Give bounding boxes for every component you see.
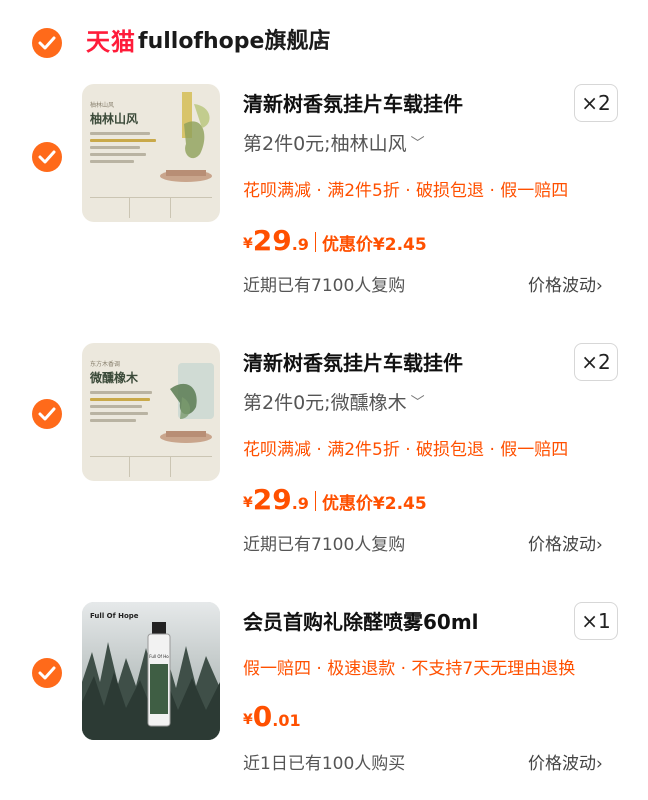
product-thumbnail[interactable]: Full Of Hope Full Of Ho: [82, 602, 220, 740]
thumb-caption: 东方木香调: [90, 361, 121, 368]
price-integer: 29: [252, 224, 292, 257]
repurchase-note: 近期已有7100人复购: [243, 276, 406, 296]
quantity-badge[interactable]: ×1: [574, 602, 618, 640]
bottle-label: Full Of Ho: [149, 654, 169, 659]
store-header[interactable]: 天猫 fullofhope旗舰店 ›: [0, 18, 648, 68]
chevron-down-icon: ﹀: [410, 395, 425, 411]
purchase-note: 近1日已有100人购买: [243, 754, 406, 774]
price-decimal: .01: [272, 711, 301, 730]
price-symbol: ¥: [243, 712, 253, 728]
store-select-checkbox[interactable]: [32, 28, 62, 58]
sku-selector[interactable]: 第2件0元;柚林山风 ﹀: [243, 130, 425, 158]
price-trend-link[interactable]: 价格波动›: [528, 274, 603, 298]
price-trend-label: 价格波动: [528, 754, 596, 774]
check-icon: [38, 36, 56, 50]
price-symbol: ¥: [243, 495, 253, 511]
quantity-badge[interactable]: ×2: [574, 84, 618, 122]
price-decimal: .9: [291, 494, 309, 513]
chevron-right-icon: ›: [596, 276, 603, 296]
check-icon: [38, 150, 56, 164]
repurchase-note: 近期已有7100人复购: [243, 535, 406, 555]
item-select-checkbox[interactable]: [32, 142, 62, 172]
price-trend-link[interactable]: 价格波动›: [528, 533, 603, 557]
product-thumbnail[interactable]: 柚林山风 柚林山风: [82, 84, 220, 222]
check-icon: [38, 407, 56, 421]
price-divider: [314, 232, 316, 252]
thumb-title: 柚林山风: [90, 112, 139, 126]
check-icon: [38, 666, 56, 680]
thumb-caption: 柚林山风: [90, 102, 115, 109]
item-title[interactable]: 清新树香氛挂片车载挂件: [243, 90, 463, 118]
store-name-link[interactable]: fullofhope旗舰店: [138, 27, 330, 57]
price-decimal: .9: [291, 235, 309, 254]
price-row: ¥29.9 优惠价¥2.45: [243, 224, 427, 260]
chevron-down-icon: ﹀: [410, 136, 425, 152]
sku-text: 第2件0元;柚林山风: [243, 133, 407, 155]
quantity-badge[interactable]: ×2: [574, 343, 618, 381]
item-select-checkbox[interactable]: [32, 658, 62, 688]
price-trend-label: 价格波动: [528, 276, 596, 296]
thumb-text-lines: [90, 391, 160, 426]
price-trend-link[interactable]: 价格波动›: [528, 752, 603, 776]
price-trend-label: 价格波动: [528, 535, 596, 555]
thumb-brand: Full Of Hope: [90, 612, 139, 620]
thumb-grid: [90, 197, 212, 218]
sku-text: 第2件0元;微醺橡木: [243, 392, 407, 414]
item-title[interactable]: 清新树香氛挂片车载挂件: [243, 349, 463, 377]
promo-price: 优惠价¥2.45: [321, 494, 427, 514]
cart-item: 柚林山风 柚林山风 清新树香氛挂片车载挂件 ×2 第2件0元;柚林山风 ﹀ 花呗满…: [0, 84, 648, 304]
chevron-right-icon: ›: [596, 535, 603, 555]
price-integer: 0: [252, 700, 273, 733]
chevron-right-icon[interactable]: ›: [316, 27, 325, 57]
price-integer: 29: [252, 483, 292, 516]
price-divider: [314, 491, 316, 511]
promo-price: 优惠价¥2.45: [321, 235, 427, 255]
tmall-logo: 天猫: [86, 28, 136, 56]
product-image: [82, 602, 220, 740]
thumb-title: 微醺橡木: [90, 371, 139, 385]
thumb-grid: [90, 456, 212, 477]
promo-tags: 花呗满减 · 满2件5折 · 破损包退 · 假一赔四: [243, 181, 569, 201]
price-symbol: ¥: [243, 236, 253, 252]
product-thumbnail[interactable]: 东方木香调 微醺橡木: [82, 343, 220, 481]
promo-tags: 花呗满减 · 满2件5折 · 破损包退 · 假一赔四: [243, 440, 569, 460]
price-row: ¥0.01: [243, 700, 301, 736]
item-title[interactable]: 会员首购礼除醛喷雾60ml: [243, 608, 479, 636]
price-row: ¥29.9 优惠价¥2.45: [243, 483, 427, 519]
cart-item: 东方木香调 微醺橡木 清新树香氛挂片车载挂件 ×2 第2件0元;微醺橡木 ﹀ 花呗…: [0, 343, 648, 563]
cart-item: Full Of Hope Full Of Ho 会员首购礼除醛喷雾60ml ×1…: [0, 602, 648, 792]
promo-tags: 假一赔四 · 极速退款 · 不支持7天无理由退换: [243, 659, 576, 679]
chevron-right-icon: ›: [596, 754, 603, 774]
item-select-checkbox[interactable]: [32, 399, 62, 429]
thumb-text-lines: [90, 132, 160, 167]
cart-page: 天猫 fullofhope旗舰店 › 柚林山风 柚林山风 清新树香氛挂片车载挂件…: [0, 0, 648, 800]
sku-selector[interactable]: 第2件0元;微醺橡木 ﹀: [243, 389, 425, 417]
